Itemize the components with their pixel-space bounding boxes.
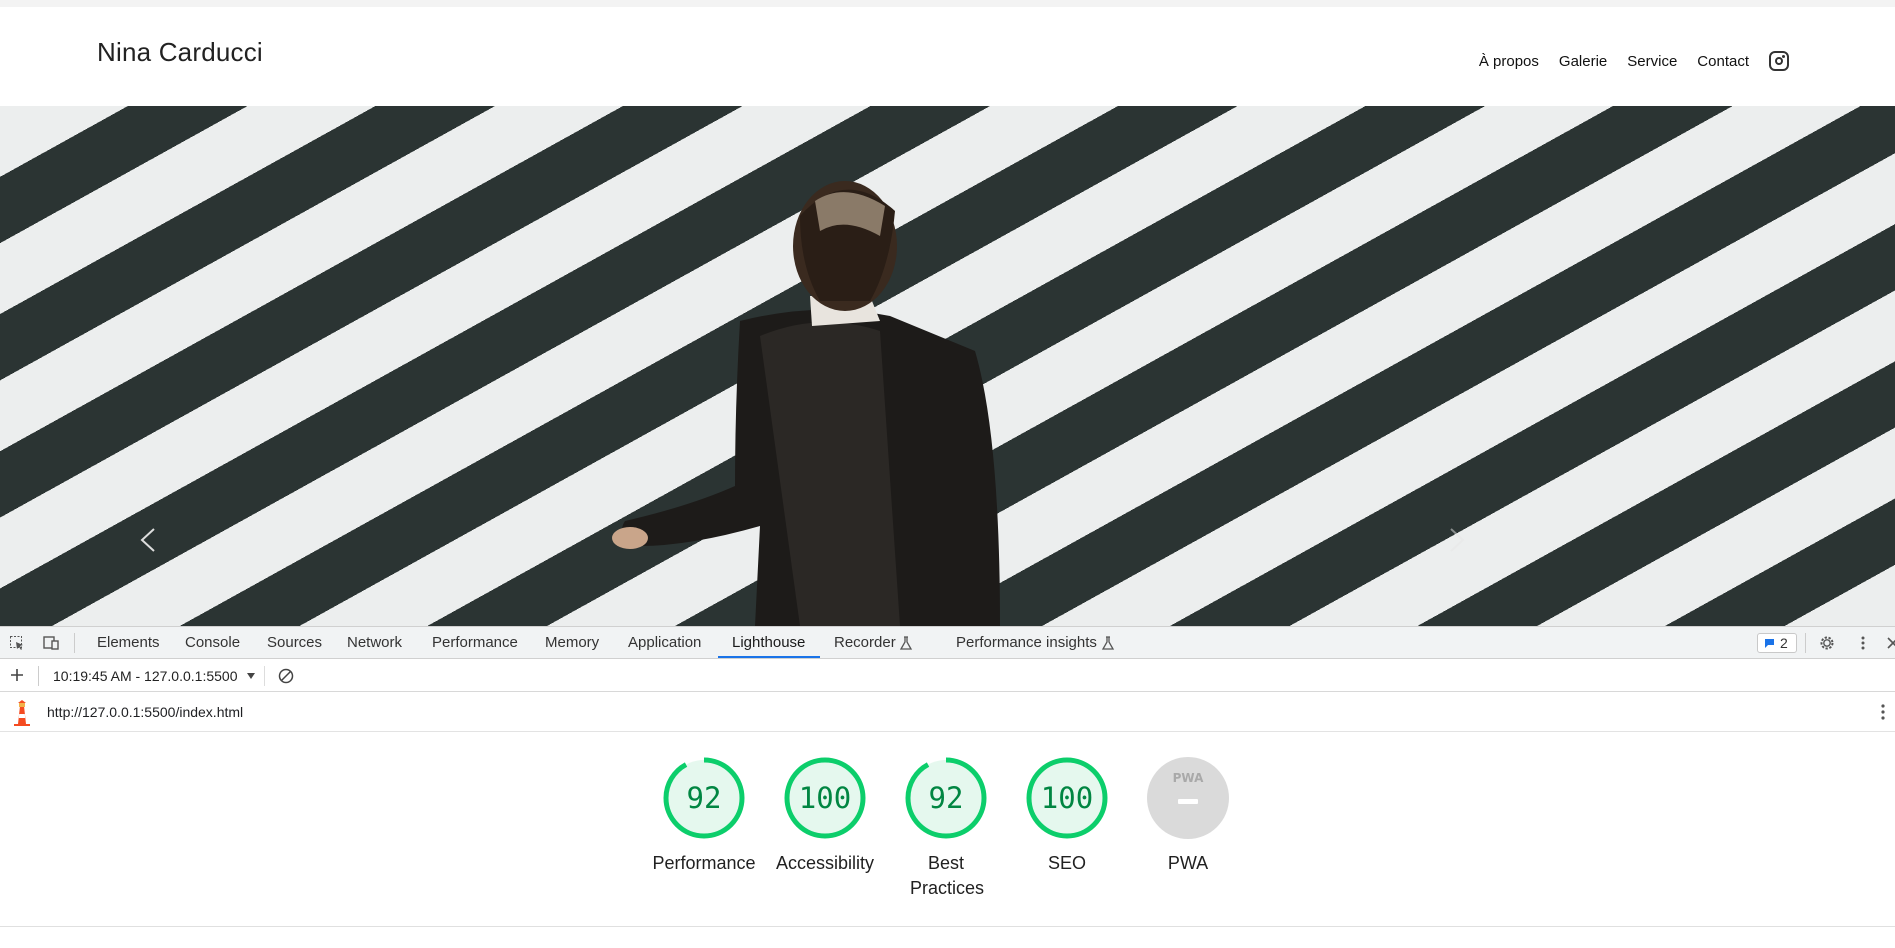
gauge-pwa[interactable]: PWA: [1146, 756, 1230, 840]
score-value: 92: [928, 781, 964, 815]
tab-network[interactable]: Network: [347, 634, 402, 651]
person-photo: [612, 181, 1000, 626]
lighthouse-logo-icon: [14, 700, 30, 726]
pwa-badge-text: PWA: [1173, 771, 1204, 785]
nav-link-about[interactable]: À propos: [1479, 53, 1539, 70]
issues-count: 2: [1780, 635, 1788, 651]
gauge-performance[interactable]: 92: [662, 756, 746, 840]
nav-link-contact[interactable]: Contact: [1697, 53, 1749, 70]
score-label: SEO: [1047, 853, 1086, 873]
settings-gear-icon[interactable]: [1819, 635, 1835, 651]
nav-link-service[interactable]: Service: [1627, 53, 1677, 70]
lighthouse-toolbar: 10:19:45 AM - 127.0.0.1:5500: [0, 659, 1895, 692]
tab-recorder[interactable]: Recorder: [834, 634, 896, 651]
hero-carousel: [0, 106, 1895, 626]
more-options-icon[interactable]: [1879, 703, 1887, 721]
gauge-accessibility[interactable]: 100: [783, 756, 867, 840]
score-label: Accessibility: [775, 853, 875, 873]
score-value: 100: [1040, 781, 1094, 815]
active-tab-indicator: [718, 656, 820, 658]
pwa-badge-icon: PWA: [1147, 757, 1229, 839]
instagram-icon[interactable]: [1769, 51, 1789, 71]
tab-memory[interactable]: Memory: [545, 634, 599, 651]
inspect-element-icon[interactable]: [9, 635, 25, 651]
carousel-next-arrow-icon[interactable]: [1437, 521, 1475, 559]
site-header: Nina Carducci À propos Galerie Service C…: [0, 0, 1895, 106]
gauge-seo[interactable]: 100: [1025, 756, 1109, 840]
score-label: PWA: [1167, 853, 1209, 873]
tab-application[interactable]: Application: [628, 634, 701, 651]
tab-performance[interactable]: Performance: [432, 634, 518, 651]
tab-elements[interactable]: Elements: [97, 634, 160, 651]
toolbar-divider: [264, 666, 265, 686]
score-value: 92: [686, 781, 722, 815]
report-url: http://127.0.0.1:5500/index.html: [47, 704, 244, 720]
nav-link-gallery[interactable]: Galerie: [1559, 53, 1607, 70]
gauge-best-practices[interactable]: 92: [904, 756, 988, 840]
devtools-tab-bar: Elements Console Sources Network Perform…: [0, 626, 1895, 659]
toolbar-divider: [74, 633, 75, 653]
close-devtools-icon[interactable]: [1885, 635, 1895, 651]
report-selector[interactable]: 10:19:45 AM - 127.0.0.1:5500: [53, 668, 237, 684]
carousel-prev-arrow-icon[interactable]: [130, 521, 168, 559]
message-icon: [1765, 639, 1774, 648]
tab-lighthouse[interactable]: Lighthouse: [732, 634, 805, 651]
flask-icon: [899, 636, 913, 650]
tab-performance-insights[interactable]: Performance insights: [956, 634, 1097, 651]
issues-badge[interactable]: 2: [1757, 633, 1797, 653]
device-toolbar-icon[interactable]: [43, 635, 59, 651]
score-value: 100: [798, 781, 852, 815]
score-label: Best Practices: [910, 853, 985, 898]
report-url-bar: http://127.0.0.1:5500/index.html: [0, 692, 1895, 732]
tab-sources[interactable]: Sources: [267, 634, 322, 651]
chevron-down-icon[interactable]: [246, 672, 256, 680]
clear-reports-icon[interactable]: [278, 668, 294, 684]
flask-icon: [1101, 636, 1115, 650]
site-nav: À propos Galerie Service Contact: [1479, 51, 1789, 71]
tab-console[interactable]: Console: [185, 634, 240, 651]
new-report-plus-icon[interactable]: [9, 667, 25, 683]
divider: [0, 926, 1895, 927]
score-label: Performance: [652, 853, 756, 873]
toolbar-divider: [38, 666, 39, 686]
site-title[interactable]: Nina Carducci: [97, 37, 263, 68]
more-options-icon[interactable]: [1855, 635, 1871, 651]
toolbar-divider: [1805, 633, 1806, 653]
